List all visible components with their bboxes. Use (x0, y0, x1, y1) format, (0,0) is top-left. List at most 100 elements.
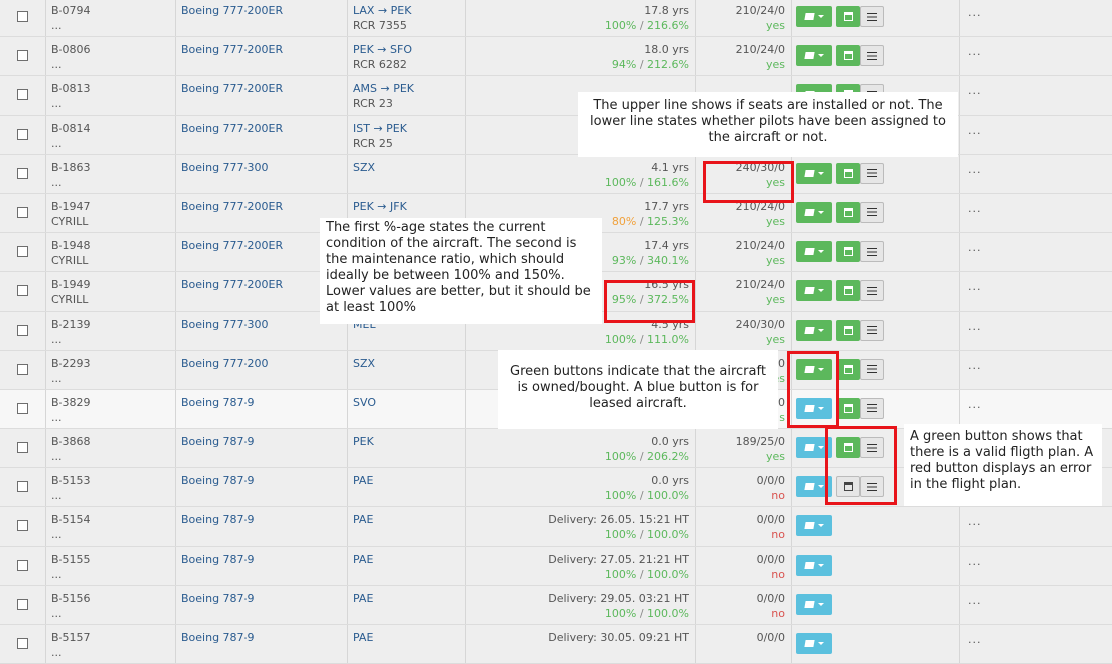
route-link[interactable]: PAE (353, 631, 373, 644)
row-checkbox[interactable] (17, 520, 28, 532)
aircraft-model-link[interactable]: Boeing 777-300 (181, 161, 269, 174)
aircraft-model-link[interactable]: Boeing 777-200 (181, 357, 269, 370)
leased-aircraft-button[interactable] (796, 515, 832, 537)
row-checkbox[interactable] (17, 481, 28, 493)
aircraft-model-link[interactable]: Boeing 787-9 (181, 592, 255, 605)
route-link[interactable]: PEK (353, 435, 374, 448)
more-menu[interactable]: ... (968, 241, 982, 254)
aircraft-model-link[interactable]: Boeing 787-9 (181, 435, 255, 448)
route-link[interactable]: PEK → SFO (353, 43, 412, 56)
flight-plan-button[interactable] (836, 162, 860, 184)
select-cell (0, 193, 46, 233)
aircraft-model-link[interactable]: Boeing 777-200ER (181, 122, 283, 135)
details-list-button[interactable] (860, 397, 884, 419)
more-menu[interactable]: ... (968, 320, 982, 333)
flight-plan-button[interactable] (836, 45, 860, 67)
aircraft-model-link[interactable]: Boeing 777-300 (181, 318, 269, 331)
flight-plan-button[interactable] (836, 319, 860, 341)
aircraft-model-link[interactable]: Boeing 777-200ER (181, 43, 283, 56)
aircraft-model-link[interactable]: Boeing 787-9 (181, 553, 255, 566)
row-checkbox[interactable] (17, 128, 28, 140)
more-menu[interactable]: ... (968, 84, 982, 97)
owned-aircraft-button[interactable] (796, 201, 832, 223)
aircraft-model-link[interactable]: Boeing 787-9 (181, 396, 255, 409)
more-menu[interactable]: ... (968, 124, 982, 137)
route-link[interactable]: PAE (353, 553, 373, 566)
row-checkbox[interactable] (17, 402, 28, 414)
row-checkbox[interactable] (17, 559, 28, 571)
aircraft-model-link[interactable]: Boeing 787-9 (181, 474, 255, 487)
details-list-button[interactable] (860, 45, 884, 67)
row-checkbox[interactable] (17, 50, 28, 62)
row-checkbox[interactable] (17, 638, 28, 649)
flight-plan-button[interactable] (836, 201, 860, 223)
more-menu[interactable]: ... (968, 398, 982, 411)
seats-cell: 0/0/0 no (696, 468, 792, 507)
more-menu[interactable]: ... (968, 6, 982, 19)
details-list-button[interactable] (860, 358, 884, 380)
row-checkbox[interactable] (17, 167, 28, 179)
more-menu[interactable]: ... (968, 633, 982, 646)
condition-cell: Delivery: 26.05. 15:21 HT 100% / 100.0% (466, 507, 696, 546)
row-checkbox[interactable] (17, 363, 28, 375)
flight-plan-button[interactable] (836, 280, 860, 302)
aircraft-model-link[interactable]: Boeing 777-200ER (181, 200, 283, 213)
leased-aircraft-button[interactable] (796, 593, 832, 615)
more-menu[interactable]: ... (968, 359, 982, 372)
route-link[interactable]: PAE (353, 474, 373, 487)
registration-cell: B-0814 ... (46, 115, 176, 154)
flight-plan-button[interactable] (836, 397, 860, 419)
row-checkbox[interactable] (17, 285, 28, 297)
route-link[interactable]: SZX (353, 357, 375, 370)
owner-label: ... (51, 97, 62, 111)
aircraft-model-link[interactable]: Boeing 787-9 (181, 513, 255, 526)
owned-aircraft-button[interactable] (796, 319, 832, 341)
more-menu[interactable]: ... (968, 163, 982, 176)
owned-aircraft-button[interactable] (796, 241, 832, 263)
row-checkbox[interactable] (17, 206, 28, 218)
route-link[interactable]: IST → PEK (353, 122, 407, 135)
route-link[interactable]: AMS → PEK (353, 82, 414, 95)
owned-aircraft-button[interactable] (796, 45, 832, 67)
row-checkbox[interactable] (17, 246, 28, 258)
flight-plan-button[interactable] (836, 6, 860, 27)
row-checkbox[interactable] (17, 324, 28, 336)
seats-cell: 240/30/0 yes (696, 311, 792, 350)
row-checkbox[interactable] (17, 598, 28, 610)
row-checkbox[interactable] (17, 89, 28, 101)
details-list-button[interactable] (860, 319, 884, 341)
leased-aircraft-button[interactable] (796, 633, 832, 654)
chevron-down-icon (817, 642, 824, 645)
leased-aircraft-button[interactable] (796, 554, 832, 576)
owned-aircraft-button[interactable] (796, 280, 832, 302)
more-menu[interactable]: ... (968, 280, 982, 293)
aircraft-model-link[interactable]: Boeing 777-200ER (181, 278, 283, 291)
row-checkbox[interactable] (17, 442, 28, 454)
row-checkbox[interactable] (17, 11, 28, 22)
route-link[interactable]: PEK → JFK (353, 200, 407, 213)
more-menu[interactable]: ... (968, 45, 982, 58)
details-list-button[interactable] (860, 162, 884, 184)
owned-aircraft-button[interactable] (796, 6, 832, 27)
route-link[interactable]: SVO (353, 396, 376, 409)
aircraft-model-link[interactable]: Boeing 787-9 (181, 631, 255, 644)
route-link[interactable]: SZX (353, 161, 375, 174)
owned-aircraft-button[interactable] (796, 162, 832, 184)
route-link[interactable]: PAE (353, 592, 373, 605)
more-menu[interactable]: ... (968, 594, 982, 607)
aircraft-model-link[interactable]: Boeing 777-200ER (181, 4, 283, 17)
condition-note: The first %-age states the current condi… (320, 218, 602, 324)
more-menu[interactable]: ... (968, 202, 982, 215)
aircraft-model-link[interactable]: Boeing 777-200ER (181, 239, 283, 252)
flight-plan-button[interactable] (836, 241, 860, 263)
details-list-button[interactable] (860, 6, 884, 27)
flight-plan-button[interactable] (836, 358, 860, 380)
aircraft-model-link[interactable]: Boeing 777-200ER (181, 82, 283, 95)
route-link[interactable]: PAE (353, 513, 373, 526)
more-menu[interactable]: ... (968, 515, 982, 528)
route-link[interactable]: LAX → PEK (353, 4, 411, 17)
details-list-button[interactable] (860, 280, 884, 302)
details-list-button[interactable] (860, 201, 884, 223)
more-menu[interactable]: ... (968, 555, 982, 568)
details-list-button[interactable] (860, 241, 884, 263)
